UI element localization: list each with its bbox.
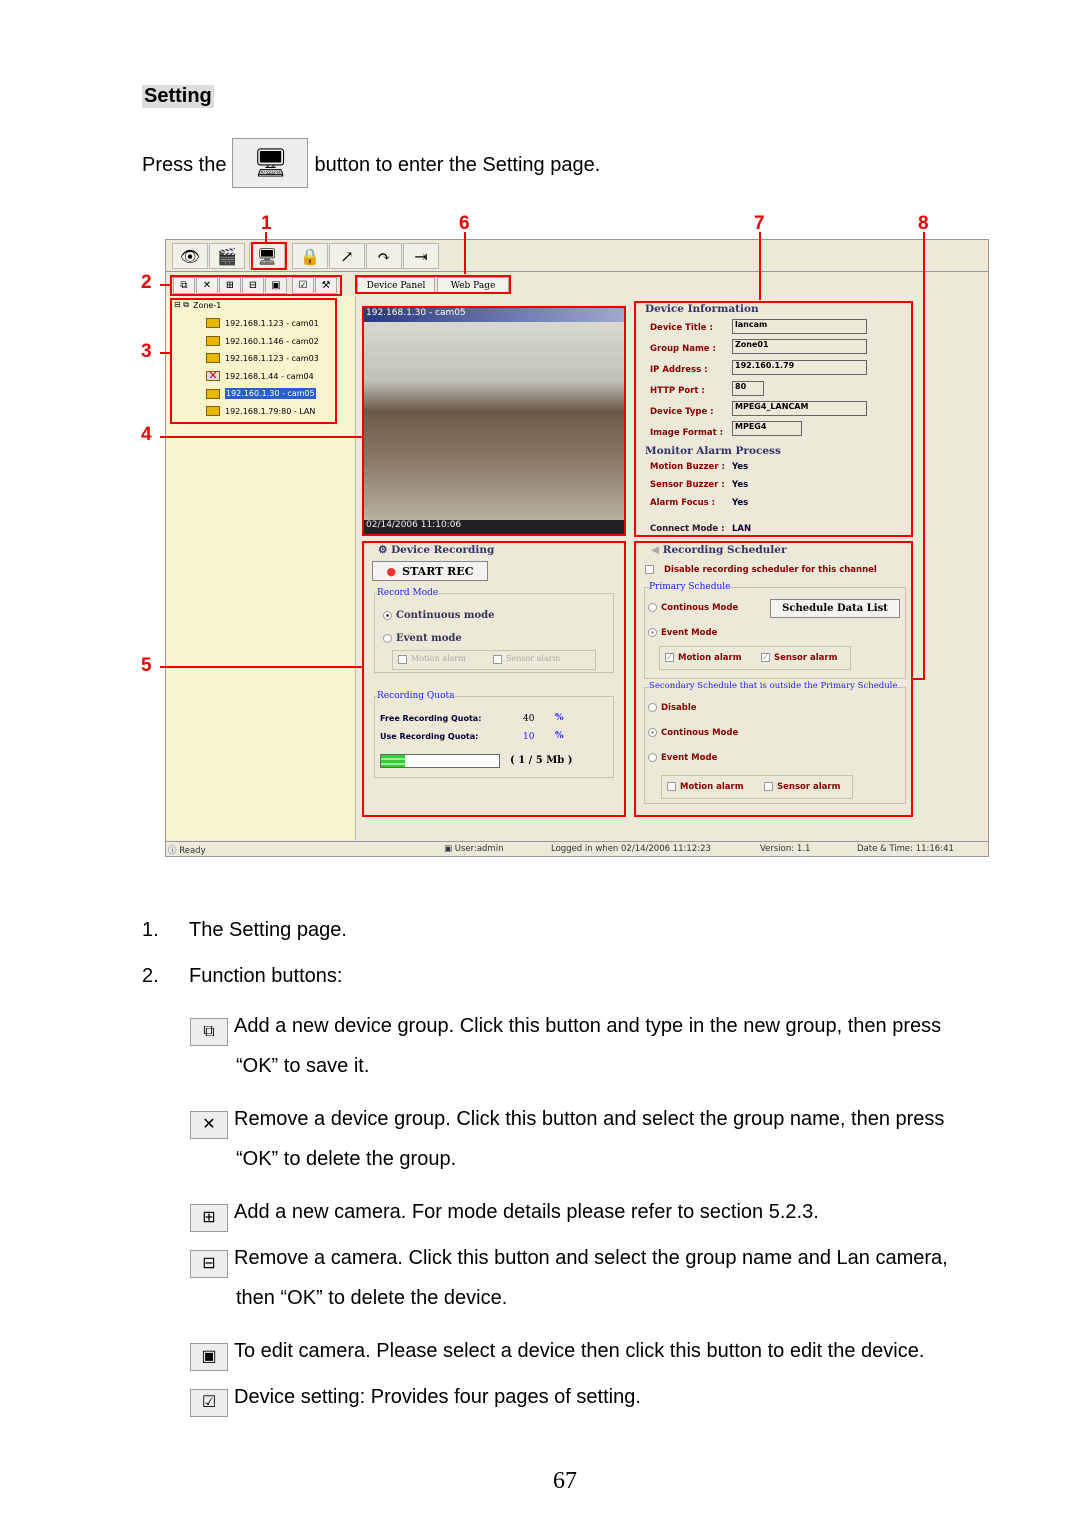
list-text: Function buttons: bbox=[189, 965, 343, 987]
highlight-5 bbox=[362, 541, 626, 817]
annotation-3: 3 bbox=[141, 341, 152, 362]
setting-icon: 🖥 bbox=[232, 138, 309, 188]
page-number: 67 bbox=[553, 1468, 577, 1494]
highlight-7 bbox=[634, 301, 913, 537]
desc-text: Add a new device group. Click this butto… bbox=[234, 1015, 942, 1037]
list-number: 1. bbox=[142, 919, 159, 941]
annotation-5: 5 bbox=[141, 655, 152, 676]
desc-remove-group: ✕ Remove a device group. Click this butto… bbox=[190, 1099, 990, 1179]
list-item-2: 2. Function buttons: bbox=[142, 965, 342, 988]
app-window: 👁 🎬 🖥 🔒 ↗ ↷ ⇥ ⧉ ✕ ⊞ ⊟ ▣ ☑ ⚒ Device Panel… bbox=[165, 239, 989, 857]
desc-text: Add a new camera. For mode details pleas… bbox=[234, 1201, 819, 1223]
add-group-icon: ⧉ bbox=[190, 1018, 228, 1046]
annotation-2: 2 bbox=[141, 272, 152, 293]
user-icon[interactable]: ↗ bbox=[329, 243, 365, 269]
list-text: The Setting page. bbox=[189, 919, 347, 941]
highlight-2 bbox=[170, 275, 342, 296]
status-datetime: Date & Time: 11:16:41 bbox=[857, 844, 954, 854]
desc-add-camera: ⊞ Add a new camera. For mode details plea… bbox=[190, 1192, 990, 1232]
add-camera-icon: ⊞ bbox=[190, 1204, 228, 1232]
status-text: 1.1 bbox=[796, 844, 811, 854]
desc-edit-camera: ▣ To edit camera. Please select a device … bbox=[190, 1331, 990, 1371]
edit-camera-icon: ▣ bbox=[190, 1343, 228, 1371]
highlight-8 bbox=[634, 541, 913, 817]
status-text: Version: bbox=[760, 844, 795, 854]
status-text: User:admin bbox=[454, 844, 504, 854]
camera-icon[interactable]: 🎬 bbox=[209, 243, 245, 269]
desc-add-group: ⧉ Add a new device group. Click this butt… bbox=[190, 1006, 990, 1086]
highlight-6 bbox=[355, 275, 511, 294]
status-user: ▣ User:admin bbox=[444, 844, 503, 854]
highlight-1 bbox=[251, 242, 287, 270]
status-text: 11:16:41 bbox=[915, 844, 954, 854]
status-ready: ⓘ Ready bbox=[168, 844, 206, 856]
intro-text: Press the 🖥 button to enter the Setting … bbox=[142, 138, 600, 192]
list-item-1: 1. The Setting page. bbox=[142, 919, 347, 942]
desc-text: Remove a camera. Click this button and s… bbox=[234, 1247, 948, 1269]
arrow-icon[interactable]: ↷ bbox=[366, 243, 402, 269]
lock-icon[interactable]: 🔒 bbox=[292, 243, 328, 269]
status-version: Version: 1.1 bbox=[760, 844, 810, 854]
desc-text: “OK” to delete the group. bbox=[236, 1148, 457, 1170]
annotation-4: 4 bbox=[141, 424, 152, 445]
desc-text: Device setting: Provides four pages of s… bbox=[234, 1386, 641, 1408]
desc-remove-camera: ⊟ Remove a camera. Click this button and … bbox=[190, 1238, 990, 1318]
remove-group-icon: ✕ bbox=[190, 1111, 228, 1139]
highlight-3 bbox=[170, 298, 337, 424]
user-icon: ▣ bbox=[444, 844, 453, 854]
highlight-video bbox=[362, 306, 626, 536]
section-heading: Setting bbox=[142, 85, 214, 108]
exit-icon[interactable]: ⇥ bbox=[403, 243, 439, 269]
info-icon: ⓘ bbox=[168, 846, 177, 856]
desc-text: then “OK” to delete the device. bbox=[236, 1287, 508, 1309]
desc-text: Remove a device group. Click this button… bbox=[234, 1108, 945, 1130]
status-text: Ready bbox=[179, 846, 206, 856]
status-text: Date & Time: bbox=[857, 844, 914, 854]
intro-after: button to enter the Setting page. bbox=[314, 154, 601, 176]
desc-text: To edit camera. Please select a device t… bbox=[234, 1340, 925, 1362]
remove-camera-icon: ⊟ bbox=[190, 1250, 228, 1278]
intro-before: Press the bbox=[142, 154, 227, 176]
eye-icon[interactable]: 👁 bbox=[172, 243, 208, 269]
status-logged: Logged in when 02/14/2006 11:12:23 bbox=[551, 844, 711, 854]
desc-device-setting: ☑ Device setting: Provides four pages of … bbox=[190, 1377, 990, 1417]
list-number: 2. bbox=[142, 965, 159, 987]
device-setting-icon: ☑ bbox=[190, 1389, 228, 1417]
desc-text: “OK” to save it. bbox=[236, 1055, 370, 1077]
